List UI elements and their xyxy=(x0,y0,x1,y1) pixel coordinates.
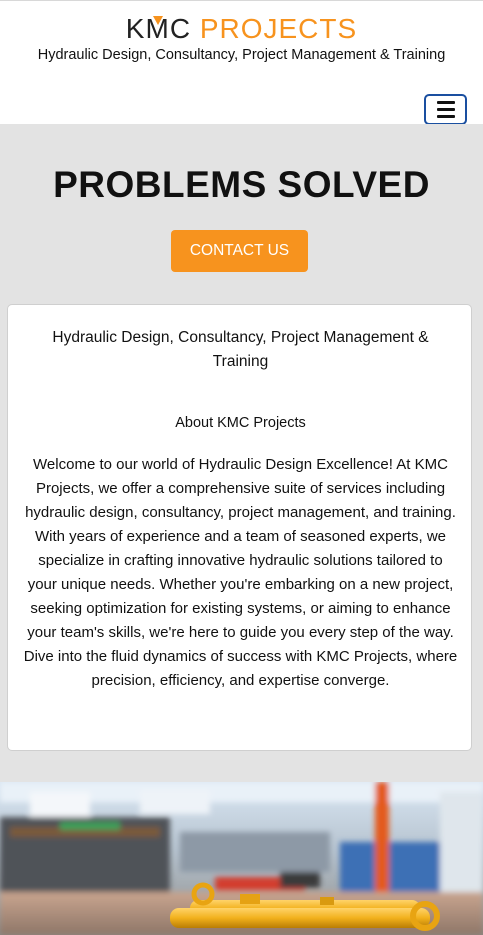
about-body: Welcome to our world of Hydraulic Design… xyxy=(23,456,458,689)
hamburger-icon-line xyxy=(436,115,455,118)
contact-us-button[interactable]: CONTACT US xyxy=(171,230,308,272)
menu-toggle-button[interactable] xyxy=(424,94,467,125)
logo-triangle-icon xyxy=(152,16,163,25)
hamburger-icon-line xyxy=(436,108,455,111)
about-heading: Hydraulic Design, Consultancy, Project M… xyxy=(52,329,429,370)
logo-c: C xyxy=(169,13,192,44)
site-tagline: Hydraulic Design, Consultancy, Project M… xyxy=(37,47,446,63)
about-card: Hydraulic Design, Consultancy, Project M… xyxy=(7,304,472,751)
hero-title: PROBLEMS SOLVED xyxy=(53,164,430,205)
logo-k: K xyxy=(125,13,146,44)
about-subheading: About KMC Projects xyxy=(175,415,306,431)
logo-space xyxy=(191,13,200,44)
hamburger-icon-line xyxy=(436,101,455,104)
logo-m: M xyxy=(145,13,169,45)
workshop-hydraulic-cylinders-image xyxy=(0,782,483,935)
kmc-logo[interactable]: KM C PROJECTS xyxy=(0,13,483,45)
hero-section: PROBLEMS SOLVED CONTACT US Hydraulic Des… xyxy=(0,124,483,935)
logo-projects: PROJECTS xyxy=(199,13,358,44)
workshop-photo xyxy=(0,782,483,935)
site-header: KM C PROJECTS Hydraulic Design, Consultan… xyxy=(0,0,483,125)
